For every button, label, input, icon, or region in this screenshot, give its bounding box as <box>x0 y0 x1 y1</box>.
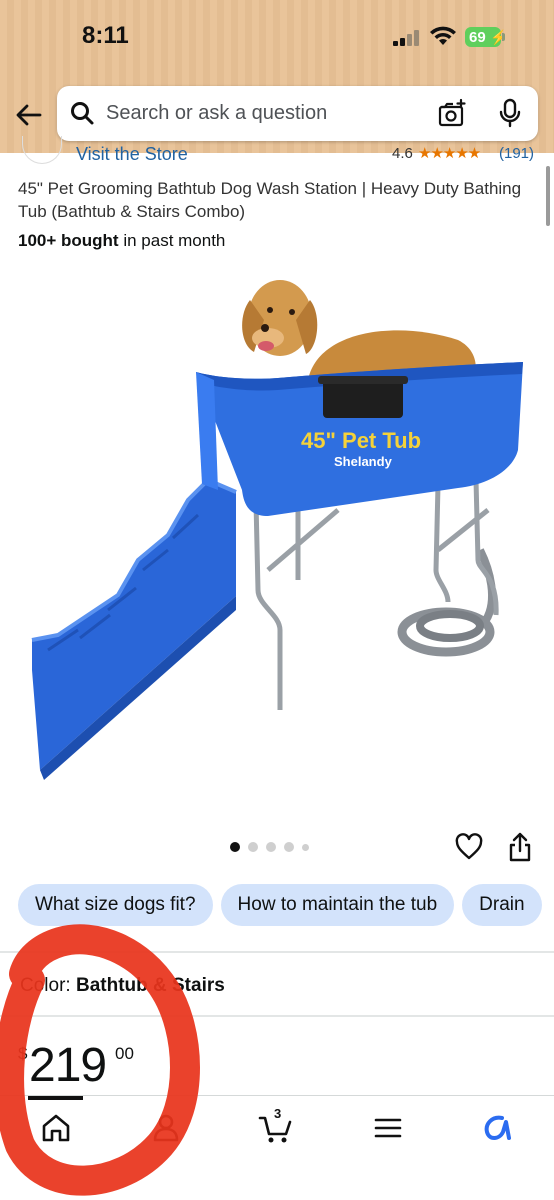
bought-count: 100+ bought <box>18 231 119 250</box>
suggested-questions: What size dogs fit? How to maintain the t… <box>18 884 554 928</box>
app-header: 8:11 69 ⚡ Search or ask a question <box>0 0 554 153</box>
status-time: 8:11 <box>82 22 129 49</box>
carousel-dot[interactable] <box>266 842 276 852</box>
battery-level: 69 <box>469 28 486 46</box>
menu-icon[interactable] <box>372 1112 404 1144</box>
status-bar: 8:11 69 ⚡ <box>0 0 554 70</box>
product-title: 45" Pet Grooming Bathtub Dog Wash Statio… <box>18 179 522 221</box>
dog-illustration <box>242 280 476 380</box>
search-icon <box>71 102 94 125</box>
rating-stars-icon[interactable]: ★★★★★ <box>418 144 481 162</box>
color-selector[interactable]: Color: Bathtub & Stairs <box>20 975 225 997</box>
scroll-indicator <box>546 166 550 226</box>
stairs-illustration <box>31 477 237 780</box>
section-divider <box>0 951 554 953</box>
question-chip[interactable]: Drain <box>462 884 542 926</box>
battery-tip <box>502 33 505 41</box>
price-currency: $ <box>18 1044 28 1063</box>
home-icon[interactable] <box>40 1112 72 1144</box>
question-chip[interactable]: What size dogs fit? <box>18 884 213 926</box>
price-whole: 219 <box>29 1039 107 1092</box>
back-arrow-icon[interactable] <box>14 100 44 130</box>
image-carousel-dots[interactable] <box>230 842 309 852</box>
account-icon[interactable] <box>150 1112 182 1144</box>
section-divider <box>0 1015 554 1017</box>
color-value: Bathtub & Stairs <box>75 975 225 996</box>
heart-icon[interactable] <box>455 833 483 861</box>
store-logo[interactable] <box>22 136 62 164</box>
rating-count-link[interactable]: (191) <box>499 145 534 162</box>
camera-lens-icon[interactable] <box>437 98 467 128</box>
carousel-dot[interactable] <box>230 842 240 852</box>
cellular-signal-icon <box>393 30 423 46</box>
visit-store-link[interactable]: Visit the Store <box>76 144 188 165</box>
cart-count-badge: 3 <box>274 1106 282 1121</box>
rufus-icon[interactable] <box>482 1112 514 1144</box>
search-input[interactable]: Search or ask a question <box>106 102 327 125</box>
search-bar[interactable]: Search or ask a question <box>57 86 538 141</box>
rating-value: 4.6 <box>392 145 413 162</box>
bought-in-past-month: 100+ bought in past month <box>18 231 225 251</box>
tub-legs <box>253 479 499 710</box>
tub-label-text: 45" Pet Tub <box>301 428 421 453</box>
question-chip[interactable]: How to maintain the tub <box>220 884 455 926</box>
carousel-dot[interactable] <box>248 842 258 852</box>
carousel-dot[interactable] <box>284 842 294 852</box>
share-icon[interactable] <box>507 831 533 863</box>
wifi-icon <box>430 26 456 45</box>
microphone-icon[interactable] <box>497 98 523 128</box>
price-fraction: 00 <box>115 1044 134 1063</box>
bought-suffix: in past month <box>118 231 226 250</box>
product-image[interactable]: 45" Pet Tub Shelandy <box>18 270 538 800</box>
tub-brand-text: Shelandy <box>334 454 393 469</box>
carousel-dot[interactable] <box>302 843 309 851</box>
color-label: Color: <box>20 975 76 996</box>
nav-active-indicator <box>28 1096 83 1100</box>
